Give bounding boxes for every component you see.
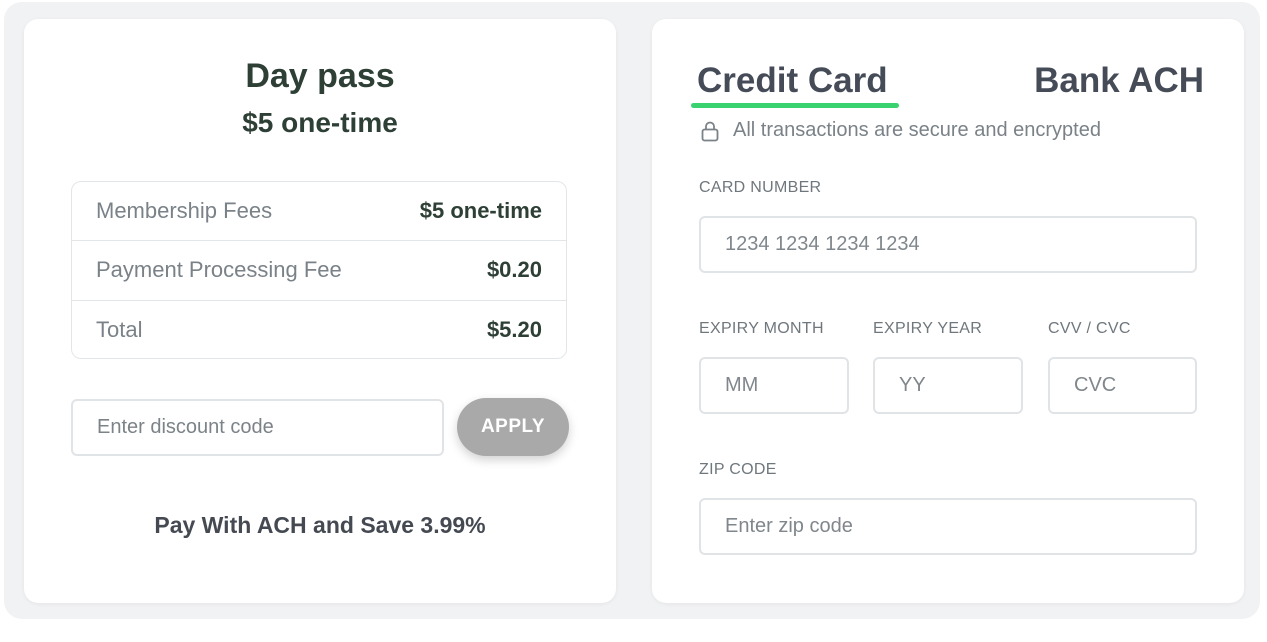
expiry-month-label: EXPIRY MONTH	[699, 320, 824, 337]
fee-label: Payment Processing Fee	[96, 257, 342, 283]
order-summary-card: Day pass $5 one-time Membership Fees $5 …	[24, 19, 616, 603]
fee-row-processing: Payment Processing Fee $0.20	[72, 241, 566, 301]
cvv-label: CVV / CVC	[1048, 320, 1131, 337]
tab-credit-card[interactable]: Credit Card	[697, 61, 888, 101]
fee-value: $0.20	[486, 257, 542, 283]
discount-code-input[interactable]	[71, 399, 444, 456]
fee-label: Total	[96, 317, 143, 343]
expiry-year-label: EXPIRY YEAR	[873, 320, 983, 337]
apply-discount-button[interactable]: APPLY	[457, 398, 569, 456]
card-number-label: CARD NUMBER	[699, 179, 822, 196]
expiry-year-input[interactable]	[873, 357, 1023, 414]
checkout-frame: Day pass $5 one-time Membership Fees $5 …	[4, 2, 1260, 619]
expiry-month-input[interactable]	[699, 357, 849, 414]
zip-code-label: ZIP CODE	[699, 461, 777, 478]
zip-code-input[interactable]	[699, 498, 1197, 555]
fee-label: Membership Fees	[96, 198, 273, 224]
fee-value: $5.20	[486, 317, 542, 343]
plan-title: Day pass	[245, 57, 395, 95]
fee-row-total: Total $5.20	[72, 301, 566, 360]
secure-note: All transactions are secure and encrypte…	[699, 119, 1101, 142]
tab-bank-ach[interactable]: Bank ACH	[1034, 61, 1204, 101]
fee-row-membership: Membership Fees $5 one-time	[72, 182, 566, 242]
plan-price: $5 one-time	[242, 107, 398, 138]
fee-table: Membership Fees $5 one-time Payment Proc…	[71, 181, 567, 359]
ach-promo-link[interactable]: Pay With ACH and Save 3.99%	[24, 512, 616, 539]
active-tab-indicator	[691, 103, 899, 108]
payment-card: Credit Card Bank ACH All transactions ar…	[652, 19, 1244, 603]
fee-value: $5 one-time	[419, 198, 542, 224]
cvv-input[interactable]	[1048, 357, 1197, 414]
lock-icon	[701, 121, 719, 141]
card-number-input[interactable]	[699, 216, 1197, 273]
secure-note-text: All transactions are secure and encrypte…	[733, 119, 1101, 141]
